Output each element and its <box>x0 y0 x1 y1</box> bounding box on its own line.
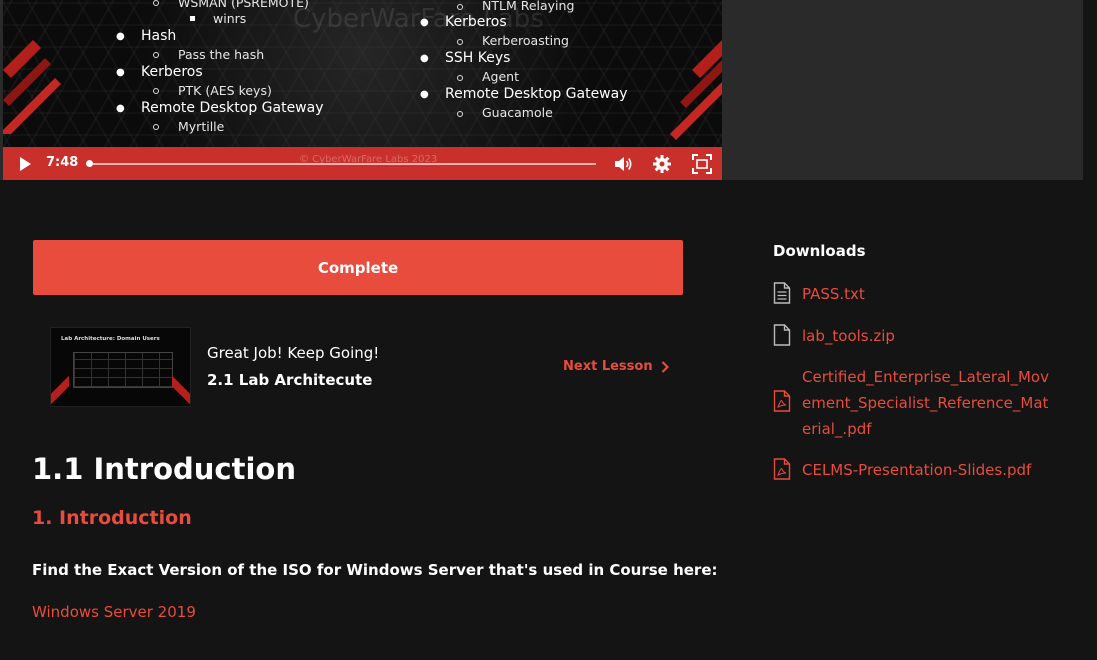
bullet-circle <box>153 124 159 130</box>
bullet-dot: ● <box>420 17 429 28</box>
slide-sub-item: WSMAN (PSREMOTE) <box>178 0 309 10</box>
section-heading: 1. Introduction <box>32 507 192 529</box>
slide-item: Kerberos <box>141 64 203 80</box>
slide-subsub-item: winrs <box>213 11 247 26</box>
download-file-name: CELMS-Presentation-Slides.pdf <box>802 461 1032 479</box>
slide-sub-item: Pass the hash <box>178 47 265 62</box>
windows-server-link[interactable]: Windows Server 2019 <box>32 603 196 621</box>
next-lesson-thumbnail[interactable]: Lab Architecture: Domain Users <box>50 327 191 407</box>
progress-scrubber[interactable] <box>86 160 93 167</box>
settings-gear-icon[interactable] <box>651 153 673 175</box>
current-time: 7:48 <box>46 155 79 170</box>
slide-item: SSH Keys <box>445 50 511 66</box>
slide-sub-item: NTLM Relaying <box>482 0 575 13</box>
slide-item: Remote Desktop Gateway <box>445 86 628 102</box>
pdf-file-icon <box>773 458 791 480</box>
slide-sub-item: Agent <box>482 69 519 84</box>
download-item[interactable]: CELMS-Presentation-Slides.pdf <box>773 457 1052 483</box>
bullet-square <box>190 16 195 21</box>
bullet-dot: ● <box>116 103 125 114</box>
bullet-circle <box>457 4 463 10</box>
video-control-bar: 7:48 © CyberWarFare Labs 2023 <box>3 147 722 180</box>
slide-decoration-left <box>3 40 61 134</box>
progress-track[interactable] <box>88 163 596 165</box>
thumbnail-title: Lab Architecture: Domain Users <box>61 336 160 342</box>
file-icon <box>773 324 791 346</box>
download-file-name: Certified_Enterprise_Lateral_Movement_Sp… <box>802 368 1049 438</box>
volume-icon[interactable] <box>612 153 634 175</box>
slide-item: Remote Desktop Gateway <box>141 100 324 116</box>
thumbnail-decoration <box>172 372 190 406</box>
chevron-right-icon <box>661 360 669 373</box>
encouragement-message: Great Job! Keep Going! <box>207 344 380 362</box>
text-file-icon <box>773 282 791 304</box>
bullet-circle <box>153 0 159 6</box>
slide-sub-item: Myrtille <box>178 119 225 134</box>
slide-sub-item: Kerberoasting <box>482 33 569 48</box>
bullet-dot: ● <box>116 67 125 78</box>
slide-decoration-right <box>670 40 722 140</box>
slide-item: Kerberos <box>445 14 507 30</box>
bullet-dot: ● <box>420 53 429 64</box>
play-icon[interactable] <box>17 156 33 172</box>
next-lesson-title: 2.1 Lab Architecute <box>207 371 373 389</box>
download-item[interactable]: Certified_Enterprise_Lateral_Movement_Sp… <box>773 364 1052 442</box>
slide-sub-item: PTK (AES keys) <box>178 83 272 98</box>
iso-instruction-text: Find the Exact Version of the ISO for Wi… <box>32 561 718 579</box>
video-area: CyberWarFare Labs WSMAN (PSREMOTE) winrs… <box>0 0 1083 180</box>
bullet-circle <box>457 39 463 45</box>
bullet-circle <box>153 52 159 58</box>
bullet-circle <box>457 75 463 81</box>
next-lesson-link[interactable]: Next Lesson <box>563 359 669 374</box>
bullet-dot: ● <box>420 89 429 100</box>
fullscreen-icon[interactable] <box>691 153 713 175</box>
thumbnail-decoration <box>51 372 69 406</box>
download-file-name: lab_tools.zip <box>802 327 895 345</box>
bullet-dot: ● <box>116 31 125 42</box>
download-file-name: PASS.txt <box>802 285 865 303</box>
download-item[interactable]: PASS.txt <box>773 281 1052 307</box>
next-lesson-card: Lab Architecture: Domain Users Great Job… <box>48 325 683 409</box>
bullet-circle <box>153 88 159 94</box>
thumbnail-table-graphic <box>73 352 173 388</box>
page-title: 1.1 Introduction <box>32 452 296 486</box>
bullet-circle <box>457 111 463 117</box>
pdf-file-icon <box>773 390 791 412</box>
slide-item: Hash <box>141 28 177 44</box>
download-item[interactable]: lab_tools.zip <box>773 323 1052 349</box>
downloads-heading: Downloads <box>773 242 866 260</box>
slide-sub-item: Guacamole <box>482 105 553 120</box>
next-lesson-link-label: Next Lesson <box>563 359 653 374</box>
complete-button[interactable]: Complete <box>33 240 683 295</box>
